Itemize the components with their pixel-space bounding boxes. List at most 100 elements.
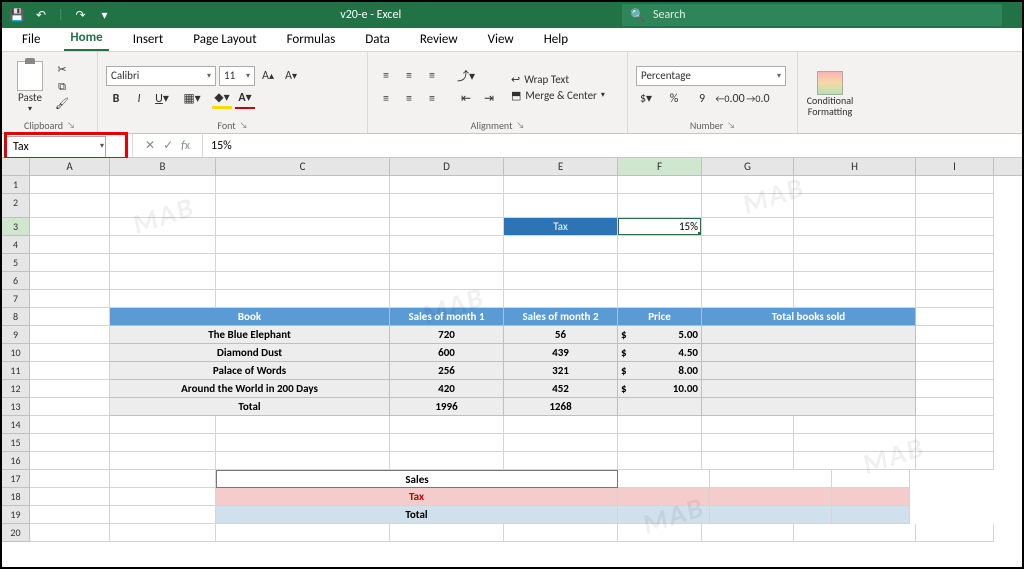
- col-header-G[interactable]: G: [702, 158, 794, 175]
- row-header-3[interactable]: 3: [2, 218, 30, 236]
- cell[interactable]: Sales of month 2: [504, 308, 618, 326]
- cell[interactable]: [916, 362, 994, 380]
- underline-button[interactable]: U▾: [152, 89, 172, 109]
- col-header-F[interactable]: F: [618, 158, 702, 175]
- cell[interactable]: [504, 416, 618, 434]
- number-format-combo[interactable]: Percentage▾: [636, 66, 786, 86]
- font-size-combo[interactable]: 11▾: [219, 66, 255, 86]
- name-box[interactable]: Tax: [6, 136, 106, 158]
- bold-button[interactable]: B: [106, 89, 126, 109]
- cell[interactable]: [916, 452, 994, 470]
- redo-icon[interactable]: ↷: [74, 8, 88, 22]
- cell[interactable]: [30, 434, 110, 452]
- cell[interactable]: [30, 344, 110, 362]
- increase-font-icon[interactable]: A▴: [258, 66, 278, 86]
- cell[interactable]: [30, 254, 110, 272]
- cell[interactable]: Sales of month 1: [390, 308, 504, 326]
- cell[interactable]: Diamond Dust: [110, 344, 390, 362]
- cell[interactable]: [702, 362, 916, 380]
- cell[interactable]: [794, 416, 916, 434]
- cell[interactable]: Around the World in 200 Days: [110, 380, 390, 398]
- cell[interactable]: [618, 470, 710, 488]
- cell[interactable]: [794, 272, 916, 290]
- cell[interactable]: 56: [504, 326, 618, 344]
- cell[interactable]: [702, 398, 916, 416]
- cell[interactable]: [916, 416, 994, 434]
- cell[interactable]: [618, 416, 702, 434]
- cell[interactable]: [916, 218, 994, 236]
- alignment-launcher-icon[interactable]: ↘: [516, 120, 524, 131]
- cell[interactable]: [216, 218, 390, 236]
- cell[interactable]: [618, 176, 702, 194]
- merge-center-button[interactable]: ⬒Merge & Center ▾: [511, 89, 605, 102]
- cell[interactable]: [30, 470, 110, 488]
- cell[interactable]: [702, 254, 794, 272]
- cell[interactable]: [916, 254, 994, 272]
- cell[interactable]: [916, 308, 994, 326]
- cell[interactable]: [390, 416, 504, 434]
- name-box-dropdown-icon[interactable]: ▾: [100, 141, 104, 151]
- col-header-D[interactable]: D: [390, 158, 504, 175]
- cell[interactable]: [216, 416, 390, 434]
- tab-insert[interactable]: Insert: [127, 28, 170, 51]
- cell[interactable]: [390, 290, 504, 308]
- cell[interactable]: [618, 398, 702, 416]
- cell[interactable]: [618, 272, 702, 290]
- cell[interactable]: [618, 488, 710, 506]
- cell[interactable]: $10.00: [618, 380, 702, 398]
- row-header-10[interactable]: 10: [2, 344, 30, 362]
- cell[interactable]: Total: [110, 398, 390, 416]
- cell[interactable]: [702, 452, 794, 470]
- cell[interactable]: [832, 506, 910, 524]
- row-header-18[interactable]: 18: [2, 488, 30, 506]
- align-top-icon[interactable]: ≡: [376, 66, 396, 86]
- accept-formula-icon[interactable]: ✓: [163, 138, 173, 153]
- row-header-6[interactable]: 6: [2, 272, 30, 290]
- cell[interactable]: [30, 326, 110, 344]
- row-header-19[interactable]: 19: [2, 506, 30, 524]
- paste-button[interactable]: Paste ▾: [10, 61, 50, 114]
- decrease-decimal-icon[interactable]: →0.0: [748, 89, 768, 109]
- cell[interactable]: 420: [390, 380, 504, 398]
- cell[interactable]: [110, 524, 216, 542]
- align-center-icon[interactable]: ≡: [399, 89, 419, 109]
- fill-color-button[interactable]: ◆▾: [212, 89, 232, 109]
- cell[interactable]: [618, 506, 710, 524]
- tab-home[interactable]: Home: [64, 26, 108, 51]
- cell[interactable]: [390, 272, 504, 290]
- row-header-7[interactable]: 7: [2, 290, 30, 308]
- comma-format-button[interactable]: 9: [692, 89, 712, 109]
- cell[interactable]: [216, 524, 390, 542]
- row-header-2[interactable]: 2: [2, 194, 30, 218]
- cell[interactable]: [110, 236, 216, 254]
- cell[interactable]: [216, 254, 390, 272]
- cell[interactable]: [618, 194, 702, 218]
- row-header-14[interactable]: 14: [2, 416, 30, 434]
- cell[interactable]: [30, 308, 110, 326]
- cell[interactable]: [794, 236, 916, 254]
- cell[interactable]: 321: [504, 362, 618, 380]
- cell[interactable]: [216, 176, 390, 194]
- search-box[interactable]: 🔍 Search: [622, 4, 1002, 26]
- cell[interactable]: [794, 176, 916, 194]
- cell[interactable]: [916, 290, 994, 308]
- increase-indent-icon[interactable]: ⇥: [479, 89, 499, 109]
- align-bottom-icon[interactable]: ≡: [422, 66, 442, 86]
- font-launcher-icon[interactable]: ↘: [240, 120, 248, 131]
- cell[interactable]: Palace of Words: [110, 362, 390, 380]
- cell[interactable]: [390, 218, 504, 236]
- format-painter-icon[interactable]: 🖌: [54, 97, 70, 111]
- cell[interactable]: [110, 194, 216, 218]
- cell[interactable]: [216, 290, 390, 308]
- cell[interactable]: [710, 470, 832, 488]
- cell[interactable]: 720: [390, 326, 504, 344]
- number-launcher-icon[interactable]: ↘: [727, 120, 735, 131]
- cell[interactable]: [110, 272, 216, 290]
- cell[interactable]: The Blue Elephant: [110, 326, 390, 344]
- cell[interactable]: [916, 434, 994, 452]
- cell[interactable]: [702, 194, 794, 218]
- col-header-A[interactable]: A: [30, 158, 110, 175]
- cell[interactable]: [916, 326, 994, 344]
- cell[interactable]: [794, 194, 916, 218]
- cell[interactable]: [794, 218, 916, 236]
